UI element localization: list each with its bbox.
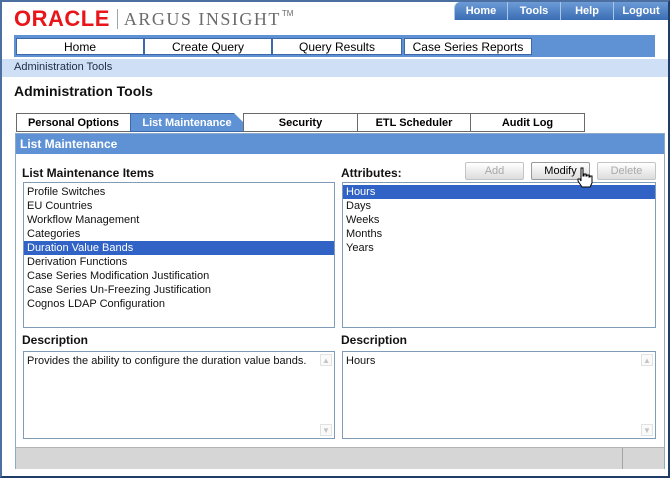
triangle-up-icon[interactable]: ▲: [641, 354, 653, 366]
util-tools-link[interactable]: Tools: [507, 2, 560, 20]
tab-list-maintenance[interactable]: List Maintenance: [130, 113, 244, 132]
breadcrumb: Administration Tools: [2, 59, 668, 77]
tab-personal-options[interactable]: Personal Options: [16, 113, 131, 132]
tab-audit-log[interactable]: Audit Log: [470, 113, 585, 132]
list-maintenance-panel: List Maintenance List Maintenance Items …: [15, 133, 665, 469]
logo-oracle-text: ORACLE: [14, 6, 110, 31]
triangle-up-icon[interactable]: ▲: [320, 354, 332, 366]
item-description-text: Provides the ability to configure the du…: [27, 355, 307, 367]
logo-product-text: ARGUS INSIGHT: [123, 8, 281, 29]
items-label: List Maintenance Items: [22, 166, 155, 180]
panel-header: List Maintenance: [16, 134, 664, 154]
delete-button[interactable]: Delete: [597, 162, 656, 180]
tab-etl-scheduler[interactable]: ETL Scheduler: [357, 113, 471, 132]
application-window: ORACLE ARGUS INSIGHT TM Home Tools Help …: [0, 0, 670, 478]
attributes-listbox[interactable]: Hours Days Weeks Months Years: [342, 182, 656, 328]
utility-nav: Home Tools Help Logout: [454, 2, 668, 20]
tab-list-maintenance-label: List Maintenance: [142, 117, 232, 129]
right-description-label: Description: [341, 333, 408, 347]
hand-cursor-icon: [577, 167, 593, 188]
attribute-item[interactable]: Weeks: [343, 213, 655, 227]
util-home-link[interactable]: Home: [454, 2, 507, 20]
list-item[interactable]: Derivation Functions: [24, 255, 334, 269]
attribute-description-scrollbar[interactable]: ▲ ▼: [641, 354, 653, 436]
left-description-label: Description: [22, 333, 89, 347]
panel-title: List Maintenance: [20, 137, 118, 151]
nav-query-results-tab[interactable]: Query Results: [272, 38, 402, 55]
items-listbox[interactable]: Profile Switches EU Countries Workflow M…: [23, 182, 335, 328]
status-bar: [16, 447, 664, 469]
tab-security[interactable]: Security: [243, 113, 358, 132]
oracle-argus-insight-logo: ORACLE ARGUS INSIGHT TM: [14, 6, 294, 31]
add-button[interactable]: Add: [465, 162, 524, 180]
description-scrollbar[interactable]: ▲ ▼: [320, 354, 332, 436]
attribute-item-selected[interactable]: Hours: [343, 185, 655, 199]
page-title: Administration Tools: [14, 83, 153, 99]
triangle-down-icon[interactable]: ▼: [320, 424, 332, 436]
list-item[interactable]: Workflow Management: [24, 213, 334, 227]
attribute-description-textarea[interactable]: Hours ▲ ▼: [342, 351, 656, 439]
list-item[interactable]: EU Countries: [24, 199, 334, 213]
nav-home-tab[interactable]: Home: [16, 38, 144, 55]
util-logout-link[interactable]: Logout: [613, 2, 668, 20]
nav-case-series-reports-tab[interactable]: Case Series Reports: [404, 38, 532, 55]
breadcrumb-text: Administration Tools: [14, 61, 113, 73]
logo-trademark: TM: [281, 8, 294, 18]
list-item[interactable]: Cognos LDAP Configuration: [24, 297, 334, 311]
attributes-label: Attributes:: [341, 166, 402, 180]
item-description-textarea[interactable]: Provides the ability to configure the du…: [23, 351, 335, 439]
triangle-down-icon[interactable]: ▼: [641, 424, 653, 436]
status-bar-divider: [622, 448, 623, 469]
attribute-item[interactable]: Months: [343, 227, 655, 241]
list-item[interactable]: Categories: [24, 227, 334, 241]
attribute-description-text: Hours: [346, 355, 376, 367]
global-nav-bar: Home Create Query Query Results Case Ser…: [14, 35, 655, 57]
list-item-selected[interactable]: Duration Value Bands: [24, 241, 334, 255]
logo-divider: [116, 9, 118, 29]
header: ORACLE ARGUS INSIGHT TM Home Tools Help …: [2, 2, 668, 35]
util-help-link[interactable]: Help: [560, 2, 613, 20]
list-item[interactable]: Case Series Modification Justification: [24, 269, 334, 283]
attribute-item[interactable]: Days: [343, 199, 655, 213]
list-item[interactable]: Profile Switches: [24, 185, 334, 199]
nav-create-query-tab[interactable]: Create Query: [144, 38, 272, 55]
list-item[interactable]: Case Series Un-Freezing Justification: [24, 283, 334, 297]
attribute-item[interactable]: Years: [343, 241, 655, 255]
